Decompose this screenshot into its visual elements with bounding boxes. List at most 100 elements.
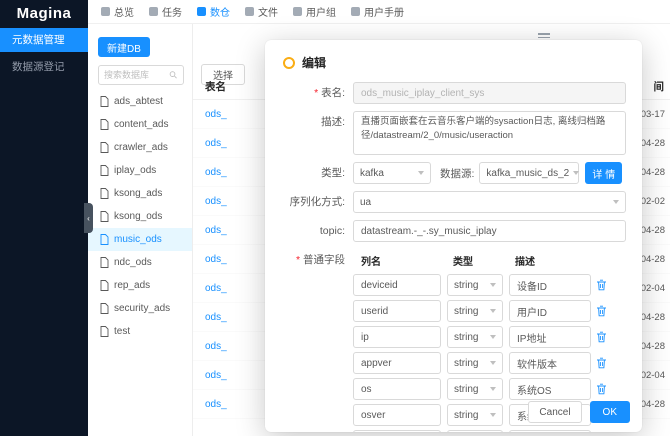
db-item-content_ads[interactable]: content_ads (88, 113, 192, 136)
tab-files[interactable]: 文件 (245, 4, 278, 19)
db-search-input[interactable] (104, 70, 170, 80)
datasource-select[interactable]: kafka_music_ds_2 (479, 162, 580, 184)
sidebar-item-metadata[interactable]: 元数据管理 (0, 28, 88, 52)
sidebar-collapse-handle[interactable]: ‹ (84, 203, 93, 233)
table-date: 02-04 (640, 369, 665, 381)
delete-field-icon[interactable] (596, 357, 607, 369)
delete-field-icon[interactable] (596, 305, 607, 317)
field-type-value: string (454, 357, 479, 369)
tab-usergroup[interactable]: 用户组 (293, 4, 336, 19)
chevron-down-icon (613, 200, 619, 204)
tab-overview[interactable]: 总览 (101, 4, 134, 19)
topic-input[interactable] (353, 220, 626, 242)
table-name-link[interactable]: ods_ (193, 109, 227, 120)
type-select[interactable]: kafka (353, 162, 431, 184)
field-desc-input[interactable] (509, 430, 591, 432)
chevron-down-icon (490, 283, 496, 287)
datasource-detail-button[interactable]: 详 情 (585, 162, 623, 184)
db-item-music_ods[interactable]: music_ods (88, 228, 192, 251)
database-file-icon (100, 326, 109, 337)
fields-table-header: 列名 类型 描述 (361, 253, 626, 268)
field-type-select[interactable]: string (447, 378, 503, 400)
table-name-link[interactable]: ods_ (193, 138, 227, 149)
db-item-label: music_ods (114, 234, 162, 245)
field-desc-input[interactable] (509, 300, 591, 322)
field-desc-input[interactable] (509, 326, 591, 348)
table-name-link[interactable]: ods_ (193, 341, 227, 352)
tab-tasks[interactable]: 任务 (149, 4, 182, 19)
field-name-input[interactable] (353, 274, 441, 296)
modal-header: 编辑 (283, 54, 626, 71)
new-db-button[interactable]: 新建DB (98, 37, 150, 57)
ok-button[interactable]: OK (589, 401, 630, 423)
field-name-input[interactable] (353, 326, 441, 348)
table-name-link[interactable]: ods_ (193, 312, 227, 323)
field-type-select[interactable]: string (447, 274, 503, 296)
field-name-input[interactable] (353, 300, 441, 322)
field-row: string (353, 274, 626, 296)
db-item-crawler_ads[interactable]: crawler_ads (88, 136, 192, 159)
serialization-select[interactable]: ua (353, 191, 626, 213)
modal-title: 编辑 (302, 56, 327, 70)
delete-field-icon[interactable] (596, 279, 607, 291)
table-name-link[interactable]: ods_ (193, 399, 227, 410)
field-desc-input[interactable] (509, 274, 591, 296)
table-name-link[interactable]: ods_ (193, 283, 227, 294)
table-date: 04-28 (640, 340, 665, 352)
usergroup-icon (293, 7, 302, 16)
tab-manual[interactable]: 用户手册 (351, 4, 404, 19)
table-name-link[interactable]: ods_ (193, 225, 227, 236)
field-type-select[interactable]: string (447, 352, 503, 374)
db-item-rep_ads[interactable]: rep_ads (88, 274, 192, 297)
table-name-link[interactable]: ods_ (193, 370, 227, 381)
db-item-ads_abtest[interactable]: ads_abtest (88, 90, 192, 113)
table-name-link[interactable]: ods_ (193, 196, 227, 207)
field-type-header: 类型 (453, 257, 473, 268)
db-item-ksong_ods[interactable]: ksong_ods (88, 205, 192, 228)
db-item-iplay_ods[interactable]: iplay_ods (88, 159, 192, 182)
field-type-select[interactable]: string (447, 404, 503, 426)
sidebar-item-datasource-register[interactable]: 数据源登记 (0, 55, 88, 79)
field-name-input[interactable] (353, 352, 441, 374)
delete-field-icon[interactable] (596, 331, 607, 343)
db-item-test[interactable]: test (88, 320, 192, 343)
field-type-select[interactable]: string (447, 300, 503, 322)
db-item-ndc_ods[interactable]: ndc_ods (88, 251, 192, 274)
field-name-input[interactable] (353, 378, 441, 400)
table-name-link[interactable]: ods_ (193, 254, 227, 265)
database-file-icon (100, 211, 109, 222)
manual-icon (351, 7, 360, 16)
db-item-security_ads[interactable]: security_ads (88, 297, 192, 320)
database-panel: 新建DB ads_abtest content_ads crawler_ads … (88, 24, 193, 436)
field-name-header: 列名 (361, 257, 381, 268)
type-label: 类型: (321, 167, 345, 179)
db-item-ksong_ads[interactable]: ksong_ads (88, 182, 192, 205)
database-file-icon (100, 280, 109, 291)
cancel-button[interactable]: Cancel (528, 401, 582, 423)
db-item-label: ksong_ads (114, 188, 163, 199)
tasks-icon (149, 7, 158, 16)
chevron-down-icon (490, 387, 496, 391)
db-item-label: crawler_ads (114, 142, 168, 153)
field-desc-input[interactable] (509, 378, 591, 400)
field-name-input[interactable] (353, 430, 441, 432)
search-icon (169, 71, 178, 79)
field-type-select[interactable]: bigint (447, 430, 503, 432)
tab-label: 文件 (258, 8, 278, 19)
delete-field-icon[interactable] (596, 383, 607, 395)
description-row: 描述: 直播页面嵌套在云音乐客户端的sysaction日志, 离线归档路径/da… (283, 111, 626, 155)
info-circle-icon (283, 56, 295, 69)
field-type-value: string (454, 409, 479, 421)
field-type-select[interactable]: string (447, 326, 503, 348)
database-file-icon (100, 165, 109, 176)
app-logo: Magina (16, 5, 72, 22)
topbar: 总览 任务 数仓 文件 用户组 用户手册 (88, 0, 670, 24)
field-name-input[interactable] (353, 404, 441, 426)
db-list: ads_abtest content_ads crawler_ads iplay… (88, 90, 192, 343)
tab-warehouse[interactable]: 数仓 (197, 4, 230, 19)
table-name-link[interactable]: ods_ (193, 167, 227, 178)
description-textarea[interactable]: 直播页面嵌套在云音乐客户端的sysaction日志, 离线归档路径/datast… (353, 111, 626, 155)
database-file-icon (100, 142, 109, 153)
field-desc-input[interactable] (509, 352, 591, 374)
database-file-icon (100, 188, 109, 199)
